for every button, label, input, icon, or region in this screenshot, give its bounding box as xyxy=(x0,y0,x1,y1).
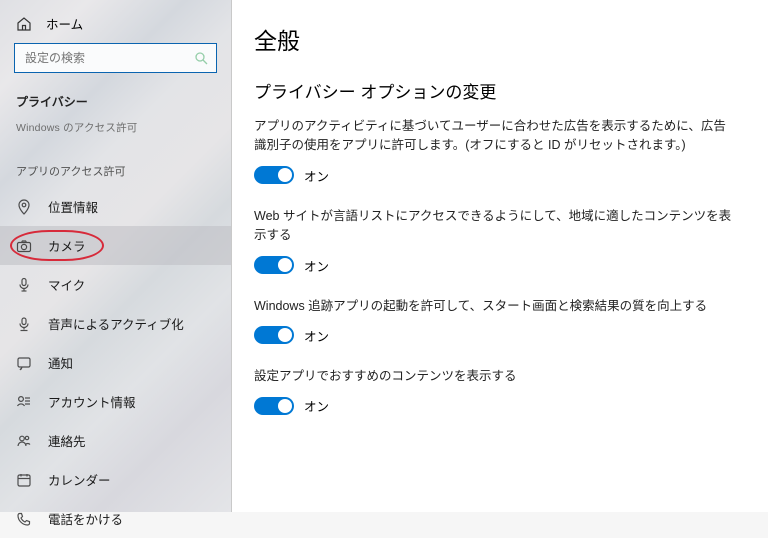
main-content: 全般 プライバシー オプションの変更 アプリのアクティビティに基づいてユーザーに… xyxy=(232,0,768,512)
search-input[interactable] xyxy=(14,43,217,73)
sidebar-item-label: アカウント情報 xyxy=(48,392,136,411)
sidebar-item-label: 位置情報 xyxy=(48,197,98,216)
sidebar-item-notifications[interactable]: 通知 xyxy=(0,343,231,382)
setting-desc: Windows 追跡アプリの起動を許可して、スタート画面と検索結果の質を向上する xyxy=(254,297,734,316)
search-field[interactable] xyxy=(23,50,194,66)
toggle-state-label: オン xyxy=(304,326,329,345)
sidebar-item-account-info[interactable]: アカウント情報 xyxy=(0,382,231,421)
section-title: プライバシー オプションの変更 xyxy=(254,78,734,103)
sidebar-item-label: 音声によるアクティブ化 xyxy=(48,314,184,333)
toggle-state-label: オン xyxy=(304,256,329,275)
location-icon xyxy=(16,199,32,215)
setting-desc: 設定アプリでおすすめのコンテンツを表示する xyxy=(254,367,734,386)
home-label: ホーム xyxy=(46,14,83,33)
setting-app-launch-tracking: Windows 追跡アプリの起動を許可して、スタート画面と検索結果の質を向上する… xyxy=(254,297,734,345)
toggle-state-label: オン xyxy=(304,396,329,415)
page-title: 全般 xyxy=(254,22,734,56)
sidebar-item-contacts[interactable]: 連絡先 xyxy=(0,421,231,460)
toggle-app-launch-tracking[interactable] xyxy=(254,326,294,344)
search-icon xyxy=(194,51,208,65)
sidebar-category: プライバシー xyxy=(0,87,231,120)
toggle-suggested-content[interactable] xyxy=(254,397,294,415)
sidebar-muted-row[interactable]: Windows のアクセス許可 xyxy=(0,120,231,145)
toggle-language-list[interactable] xyxy=(254,256,294,274)
sidebar-item-phone-calls[interactable]: 電話をかける xyxy=(0,499,231,538)
toggle-state-label: オン xyxy=(304,166,329,185)
phone-icon xyxy=(16,511,32,527)
setting-suggested-content: 設定アプリでおすすめのコンテンツを表示する オン xyxy=(254,367,734,415)
sidebar-subhead: アプリのアクセス許可 xyxy=(0,145,231,187)
sidebar-item-location[interactable]: 位置情報 xyxy=(0,187,231,226)
sidebar-item-label: カメラ xyxy=(48,236,86,255)
voice-icon xyxy=(16,316,32,332)
sidebar-item-calendar[interactable]: カレンダー xyxy=(0,460,231,499)
camera-icon xyxy=(16,238,32,254)
sidebar-item-voice-activation[interactable]: 音声によるアクティブ化 xyxy=(0,304,231,343)
setting-desc: Web サイトが言語リストにアクセスできるようにして、地域に適したコンテンツを表… xyxy=(254,207,734,246)
sidebar-item-label: 連絡先 xyxy=(48,431,86,450)
sidebar-item-camera[interactable]: カメラ xyxy=(0,226,231,265)
microphone-icon xyxy=(16,277,32,293)
sidebar: ホーム プライバシー Windows のアクセス許可 アプリのアクセス許可 xyxy=(0,0,232,512)
setting-desc: アプリのアクティビティに基づいてユーザーに合わせた広告を表示するために、広告識別… xyxy=(254,117,734,156)
contacts-icon xyxy=(16,433,32,449)
sidebar-nav: 位置情報 カメラ マイク xyxy=(0,187,231,538)
home-icon xyxy=(16,16,32,32)
calendar-icon xyxy=(16,472,32,488)
notifications-icon xyxy=(16,355,32,371)
setting-advertising-id: アプリのアクティビティに基づいてユーザーに合わせた広告を表示するために、広告識別… xyxy=(254,117,734,185)
setting-language-list: Web サイトが言語リストにアクセスできるようにして、地域に適したコンテンツを表… xyxy=(254,207,734,275)
sidebar-item-label: カレンダー xyxy=(48,470,111,489)
sidebar-item-home[interactable]: ホーム xyxy=(0,0,231,43)
account-icon xyxy=(16,394,32,410)
sidebar-item-label: 通知 xyxy=(48,353,73,372)
toggle-advertising-id[interactable] xyxy=(254,166,294,184)
sidebar-item-microphone[interactable]: マイク xyxy=(0,265,231,304)
sidebar-item-label: マイク xyxy=(48,275,85,294)
